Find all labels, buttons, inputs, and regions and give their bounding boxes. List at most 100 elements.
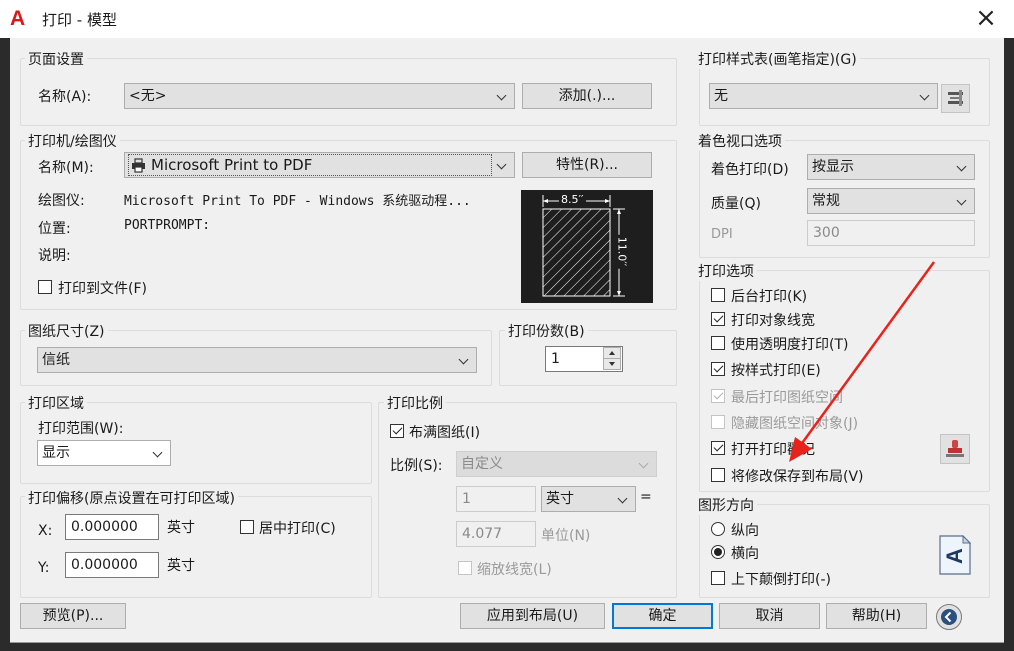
scale-lineweights-label: 缩放线宽(L) <box>477 562 552 578</box>
offset-y-label: Y: <box>38 560 50 576</box>
plot-range-combo[interactable]: 显示 <box>37 440 171 466</box>
save-changes-to-layout-checkbox[interactable] <box>711 468 725 482</box>
shade-plot-value: 按显示 <box>812 159 854 175</box>
save-changes-to-layout-label: 将修改保存到布局(V) <box>731 469 864 485</box>
close-button[interactable]: × <box>966 2 1006 34</box>
paper-preview: 8.5′′ 11.0′′ <box>521 190 653 303</box>
plotter-title: 打印机/绘图仪 <box>25 131 120 151</box>
plot-scale-title: 打印比例 <box>384 393 446 413</box>
scale-inches-input[interactable]: 1 <box>456 486 536 512</box>
plot-stamp-settings-button[interactable] <box>940 434 970 464</box>
location-label: 位置: <box>38 221 71 237</box>
paper-size-title: 图纸尺寸(Z) <box>25 321 108 341</box>
plot-with-styles-checkbox[interactable] <box>711 362 725 376</box>
print-to-file-checkbox[interactable] <box>38 280 52 294</box>
plot-transparency-checkbox[interactable] <box>711 336 725 350</box>
help-button[interactable]: 帮助(H) <box>826 603 927 629</box>
background-right <box>1004 38 1014 651</box>
offset-x-unit: 英寸 <box>167 520 195 536</box>
chevron-down-icon <box>956 155 968 179</box>
page-setup-name-label: 名称(A): <box>38 89 92 105</box>
landscape-radio[interactable] <box>711 545 725 559</box>
stamp-icon <box>946 440 964 457</box>
center-plot-label: 居中打印(C) <box>259 521 336 537</box>
plot-style-title: 打印样式表(画笔指定)(G) <box>695 49 860 69</box>
plot-offset-group <box>20 496 372 598</box>
copies-spin-down[interactable] <box>603 358 621 370</box>
scale-units-value: 4.077 <box>462 526 503 542</box>
chevron-down-icon <box>919 84 931 108</box>
background-left <box>0 38 10 651</box>
scale-unit-value: 英寸 <box>546 491 574 507</box>
dpi-input[interactable]: 300 <box>807 220 975 246</box>
title-bar: A 打印 - 模型 × <box>0 0 1014 38</box>
plot-with-styles-label: 按样式打印(E) <box>731 363 821 379</box>
offset-x-value: 0.000000 <box>71 519 138 535</box>
chevron-down-icon <box>152 441 164 465</box>
portrait-label: 纵向 <box>731 523 759 539</box>
edit-plot-style-button[interactable] <box>941 84 970 113</box>
drawing-orientation-title: 图形方向 <box>695 495 757 515</box>
plot-upside-down-label: 上下颠倒打印(-) <box>731 572 831 588</box>
chevron-down-icon <box>638 452 650 476</box>
plot-lineweights-checkbox[interactable] <box>711 312 725 326</box>
chevron-down-icon <box>617 487 629 511</box>
collapse-options-button[interactable] <box>936 604 962 630</box>
quality-value: 常规 <box>812 193 840 209</box>
scale-value: 自定义 <box>461 456 503 472</box>
preview-button[interactable]: 预览(P)... <box>20 603 126 629</box>
chevron-down-icon <box>496 153 508 177</box>
paper-size-value: 信纸 <box>42 352 70 368</box>
fit-to-paper-checkbox[interactable] <box>390 424 404 438</box>
paper-size-combo[interactable]: 信纸 <box>37 347 477 373</box>
apply-to-layout-button[interactable]: 应用到布局(U) <box>460 603 605 629</box>
add-page-setup-button[interactable]: 添加(.)... <box>522 83 652 109</box>
portrait-radio[interactable] <box>711 522 725 536</box>
preview-width-label: 8.5′′ <box>559 193 586 206</box>
orientation-preview: A <box>939 534 972 575</box>
preview-height-label: 11.0′′ <box>615 234 629 269</box>
paper-preview-drawing <box>542 195 625 297</box>
offset-y-value: 0.000000 <box>71 557 138 573</box>
shade-plot-combo[interactable]: 按显示 <box>807 154 975 180</box>
scale-lineweights-checkbox[interactable] <box>458 561 472 575</box>
printer-name-combo[interactable]: Microsoft Print to PDF <box>124 152 515 178</box>
printer-name-label: 名称(M): <box>38 160 94 176</box>
hide-paperspace-objects-checkbox[interactable] <box>711 415 725 429</box>
scale-combo[interactable]: 自定义 <box>456 451 657 477</box>
plot-area-title: 打印区域 <box>25 393 87 413</box>
chevron-down-icon <box>956 189 968 213</box>
scale-units-input[interactable]: 4.077 <box>456 521 536 547</box>
page-setup-name-value: <无> <box>129 88 167 104</box>
plot-paperspace-last-checkbox[interactable] <box>711 389 725 403</box>
plotter-value: Microsoft Print To PDF - Windows 系统驱动程..… <box>124 194 471 209</box>
ok-button[interactable]: 确定 <box>612 603 713 629</box>
scale-unit-combo[interactable]: 英寸 <box>541 486 636 512</box>
page-setup-name-combo[interactable]: <无> <box>124 83 515 109</box>
offset-y-input[interactable]: 0.000000 <box>65 552 159 578</box>
dpi-label: DPI <box>711 227 733 242</box>
landscape-label: 横向 <box>731 546 759 562</box>
plot-stamp-checkbox[interactable] <box>711 441 725 455</box>
scale-units-label: 单位(N) <box>541 528 591 544</box>
plot-lineweights-label: 打印对象线宽 <box>731 313 815 329</box>
plot-upside-down-checkbox[interactable] <box>711 571 725 585</box>
background-plot-checkbox[interactable] <box>711 288 725 302</box>
background-plot-label: 后台打印(K) <box>731 289 808 305</box>
plot-offset-title: 打印偏移(原点设置在可打印区域) <box>25 488 238 508</box>
offset-x-label: X: <box>38 523 53 539</box>
edit-style-icon <box>948 90 963 106</box>
center-plot-checkbox[interactable] <box>240 520 254 534</box>
quality-label: 质量(Q) <box>711 196 761 212</box>
shade-plot-label: 着色打印(D) <box>711 162 789 178</box>
orientation-glyph: A <box>941 548 967 564</box>
copies-value: 1 <box>551 351 560 367</box>
printer-properties-button[interactable]: 特性(R)... <box>522 152 652 178</box>
quality-combo[interactable]: 常规 <box>807 188 975 214</box>
scale-inches-value: 1 <box>462 491 471 507</box>
offset-x-input[interactable]: 0.000000 <box>65 514 159 540</box>
autocad-logo-icon: A <box>10 7 26 30</box>
plot-style-combo[interactable]: 无 <box>709 83 938 109</box>
cancel-button[interactable]: 取消 <box>719 603 820 629</box>
offset-y-unit: 英寸 <box>167 558 195 574</box>
